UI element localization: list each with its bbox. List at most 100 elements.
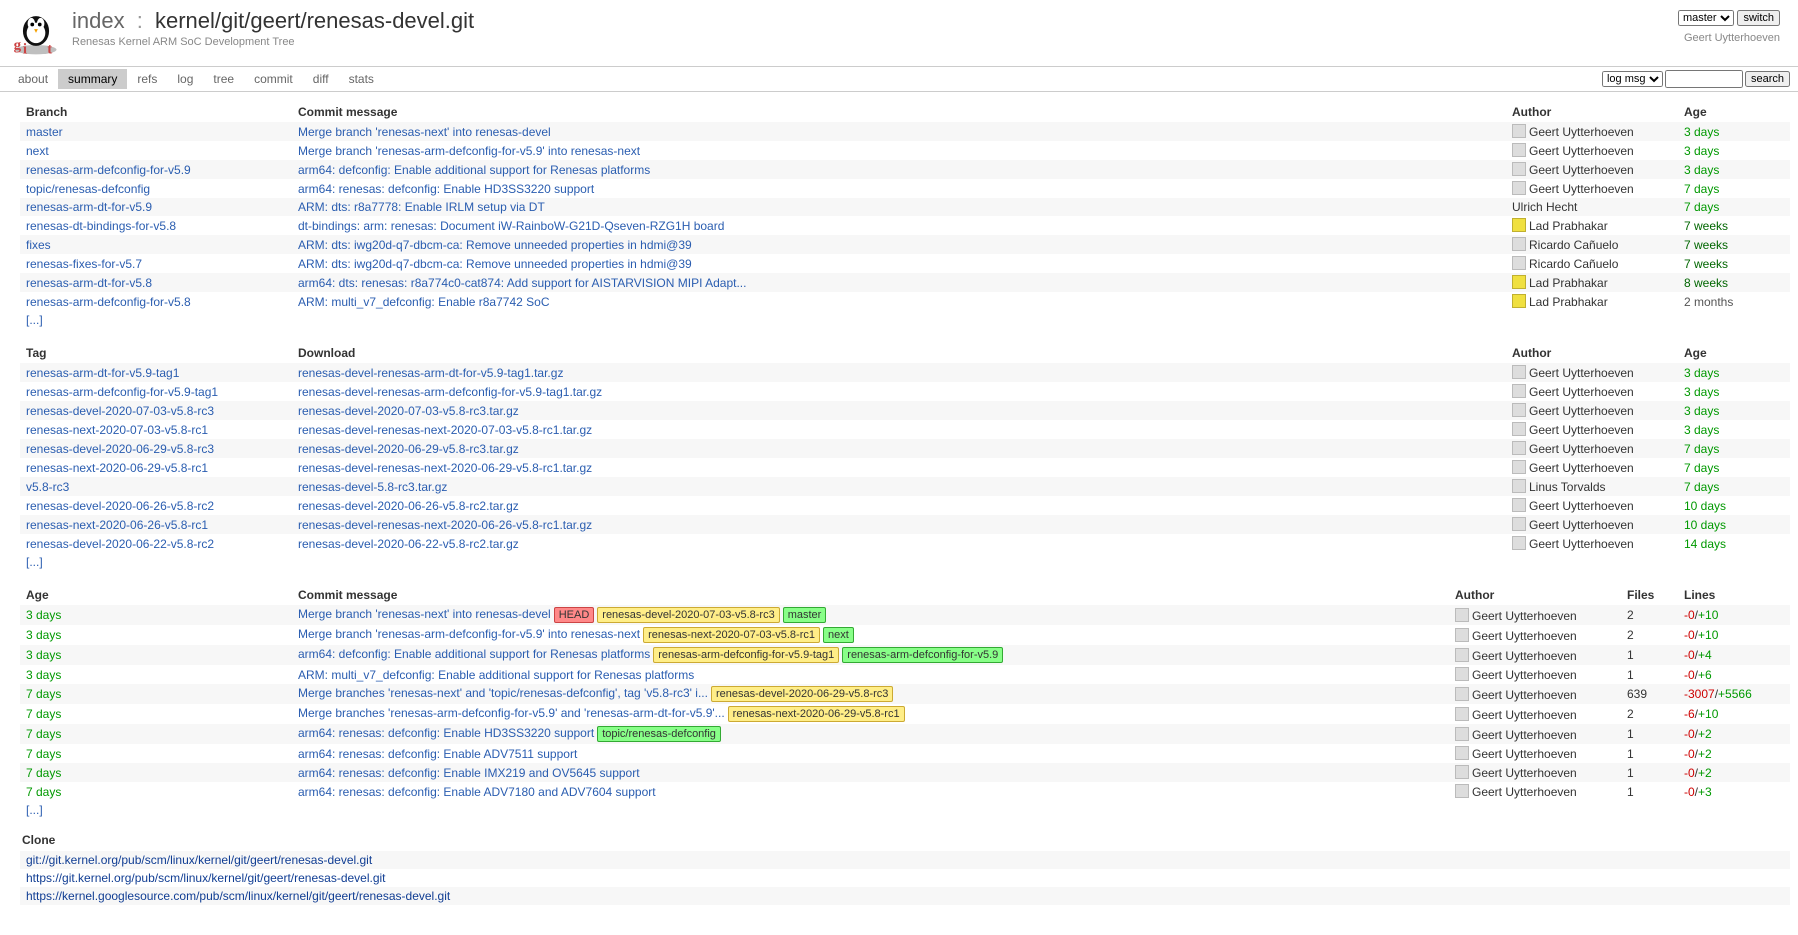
ref-decoration[interactable]: renesas-arm-defconfig-for-v5.9 [842, 647, 1003, 663]
tag-link[interactable]: v5.8-rc3 [26, 480, 69, 494]
author-cell: Geert Uytterhoeven [1506, 401, 1678, 420]
download-link[interactable]: renesas-devel-renesas-next-2020-07-03-v5… [298, 423, 592, 437]
age-text: 3 days [26, 628, 61, 642]
branch-link[interactable]: renesas-arm-defconfig-for-v5.8 [26, 295, 191, 309]
ref-decoration[interactable]: renesas-devel-2020-07-03-v5.8-rc3 [597, 607, 779, 623]
ref-decoration[interactable]: renesas-next-2020-07-03-v5.8-rc1 [643, 627, 820, 643]
download-link[interactable]: renesas-devel-renesas-arm-dt-for-v5.9-ta… [298, 366, 563, 380]
branch-select[interactable]: master [1678, 10, 1734, 26]
index-link[interactable]: index [72, 8, 125, 33]
commit-message-link[interactable]: Merge branches 'renesas-next' and 'topic… [298, 686, 708, 700]
commit-message-link[interactable]: arm64: renesas: defconfig: Enable IMX219… [298, 766, 640, 780]
branch-link[interactable]: renesas-dt-bindings-for-v5.8 [26, 219, 176, 233]
git-logo-icon[interactable]: g i t [8, 4, 64, 58]
ref-decoration[interactable]: HEAD [554, 607, 595, 623]
branch-link[interactable]: fixes [26, 238, 51, 252]
download-link[interactable]: renesas-devel-renesas-next-2020-06-29-v5… [298, 461, 592, 475]
log-more-link[interactable]: [...] [26, 803, 43, 817]
ref-decoration[interactable]: next [823, 627, 854, 643]
branch-more-link[interactable]: [...] [26, 313, 43, 327]
files-count: 1 [1621, 665, 1678, 684]
search-type-select[interactable]: log msg [1602, 71, 1663, 87]
commit-message-link[interactable]: ARM: dts: iwg20d-q7-dbcm-ca: Remove unne… [298, 238, 692, 252]
commit-message-link[interactable]: Merge branch 'renesas-next' into renesas… [298, 125, 551, 139]
tag-link[interactable]: renesas-next-2020-06-26-v5.8-rc1 [26, 518, 208, 532]
branch-link[interactable]: topic/renesas-defconfig [26, 182, 150, 196]
download-link[interactable]: renesas-devel-renesas-next-2020-06-26-v5… [298, 518, 592, 532]
branch-table: Branch Commit message Author Age masterM… [20, 102, 1790, 329]
age-text: 7 days [1684, 442, 1719, 456]
ref-decoration[interactable]: renesas-next-2020-06-29-v5.8-rc1 [728, 706, 905, 722]
tab-about[interactable]: about [8, 69, 58, 89]
commit-message-link[interactable]: Merge branch 'renesas-next' into renesas… [298, 607, 551, 621]
branch-link[interactable]: renesas-arm-defconfig-for-v5.9 [26, 163, 191, 177]
commit-message-link[interactable]: Merge branches 'renesas-arm-defconfig-fo… [298, 706, 725, 720]
tab-commit[interactable]: commit [244, 69, 303, 89]
tag-link[interactable]: renesas-arm-dt-for-v5.9-tag1 [26, 366, 179, 380]
tag-link[interactable]: renesas-devel-2020-06-29-v5.8-rc3 [26, 442, 214, 456]
ref-decoration[interactable]: topic/renesas-defconfig [597, 726, 721, 742]
switch-button[interactable] [1737, 10, 1780, 26]
commit-message-link[interactable]: ARM: dts: iwg20d-q7-dbcm-ca: Remove unne… [298, 257, 692, 271]
age-text: 3 days [1684, 125, 1719, 139]
commit-message-link[interactable]: arm64: defconfig: Enable additional supp… [298, 647, 650, 661]
download-link[interactable]: renesas-devel-2020-06-22-v5.8-rc2.tar.gz [298, 537, 519, 551]
commit-message-link[interactable]: dt-bindings: arm: renesas: Document iW-R… [298, 219, 724, 233]
author-cell: Geert Uytterhoeven [1449, 625, 1621, 645]
author-cell: Geert Uytterhoeven [1506, 363, 1678, 382]
clone-url-link[interactable]: git://git.kernel.org/pub/scm/linux/kerne… [26, 853, 372, 867]
branch-link[interactable]: renesas-arm-dt-for-v5.9 [26, 200, 152, 214]
search-button[interactable] [1745, 71, 1790, 87]
tab-refs[interactable]: refs [127, 69, 167, 89]
tag-link[interactable]: renesas-devel-2020-07-03-v5.8-rc3 [26, 404, 214, 418]
commit-message-link[interactable]: arm64: defconfig: Enable additional supp… [298, 163, 650, 177]
branch-link[interactable]: next [26, 144, 49, 158]
tag-link[interactable]: renesas-devel-2020-06-26-v5.8-rc2 [26, 499, 214, 513]
tag-link[interactable]: renesas-next-2020-06-29-v5.8-rc1 [26, 461, 208, 475]
commit-message-link[interactable]: Merge branch 'renesas-arm-defconfig-for-… [298, 144, 640, 158]
commit-message-link[interactable]: arm64: renesas: defconfig: Enable ADV751… [298, 747, 577, 761]
avatar-icon [1512, 237, 1526, 251]
age-text: 3 days [1684, 423, 1719, 437]
table-row: 3 days Merge branch 'renesas-arm-defconfi… [20, 625, 1790, 645]
ref-decoration[interactable]: master [783, 607, 827, 623]
clone-url-link[interactable]: https://git.kernel.org/pub/scm/linux/ker… [26, 871, 386, 885]
tag-link[interactable]: renesas-next-2020-07-03-v5.8-rc1 [26, 423, 208, 437]
download-link[interactable]: renesas-devel-2020-07-03-v5.8-rc3.tar.gz [298, 404, 519, 418]
nav-tabs: about summary refs log tree commit diff … [8, 69, 384, 89]
tag-more-link[interactable]: [...] [26, 555, 43, 569]
tab-tree[interactable]: tree [203, 69, 244, 89]
svg-text:i: i [23, 41, 27, 57]
tab-stats[interactable]: stats [339, 69, 384, 89]
branch-link[interactable]: master [26, 125, 63, 139]
commit-message-link[interactable]: arm64: renesas: defconfig: Enable ADV718… [298, 785, 656, 799]
ref-decoration[interactable]: renesas-devel-2020-06-29-v5.8-rc3 [711, 686, 893, 702]
download-link[interactable]: renesas-devel-renesas-arm-defconfig-for-… [298, 385, 602, 399]
commit-message-link[interactable]: arm64: dts: renesas: r8a774c0-cat874: Ad… [298, 276, 746, 290]
tab-log[interactable]: log [167, 69, 203, 89]
commit-message-link[interactable]: ARM: multi_v7_defconfig: Enable r8a7742 … [298, 295, 549, 309]
tag-link[interactable]: renesas-arm-defconfig-for-v5.9-tag1 [26, 385, 218, 399]
author-cell: Geert Uytterhoeven [1449, 724, 1621, 744]
search-form: log msg [1602, 70, 1790, 88]
search-input[interactable] [1665, 70, 1743, 88]
ref-decoration[interactable]: renesas-arm-defconfig-for-v5.9-tag1 [653, 647, 839, 663]
download-link[interactable]: renesas-devel-2020-06-29-v5.8-rc3.tar.gz [298, 442, 519, 456]
commit-message-link[interactable]: Merge branch 'renesas-arm-defconfig-for-… [298, 627, 640, 641]
branch-link[interactable]: renesas-fixes-for-v5.7 [26, 257, 142, 271]
branch-link[interactable]: renesas-arm-dt-for-v5.8 [26, 276, 152, 290]
commit-message-link[interactable]: ARM: multi_v7_defconfig: Enable addition… [298, 668, 694, 682]
table-row: fixes ARM: dts: iwg20d-q7-dbcm-ca: Remove… [20, 235, 1790, 254]
tab-diff[interactable]: diff [303, 69, 339, 89]
repo-link[interactable]: kernel/git/geert/renesas-devel.git [155, 8, 474, 33]
download-link[interactable]: renesas-devel-2020-06-26-v5.8-rc2.tar.gz [298, 499, 519, 513]
commit-message-link[interactable]: arm64: renesas: defconfig: Enable HD3SS3… [298, 182, 594, 196]
commit-message-link[interactable]: ARM: dts: r8a7778: Enable IRLM setup via… [298, 200, 545, 214]
clone-url-link[interactable]: https://kernel.googlesource.com/pub/scm/… [26, 889, 450, 903]
tab-summary[interactable]: summary [58, 69, 127, 89]
tag-link[interactable]: renesas-devel-2020-06-22-v5.8-rc2 [26, 537, 214, 551]
avatar-icon [1512, 479, 1526, 493]
table-row: renesas-arm-dt-for-v5.9 ARM: dts: r8a7778… [20, 198, 1790, 216]
download-link[interactable]: renesas-devel-5.8-rc3.tar.gz [298, 480, 447, 494]
commit-message-link[interactable]: arm64: renesas: defconfig: Enable HD3SS3… [298, 726, 594, 740]
